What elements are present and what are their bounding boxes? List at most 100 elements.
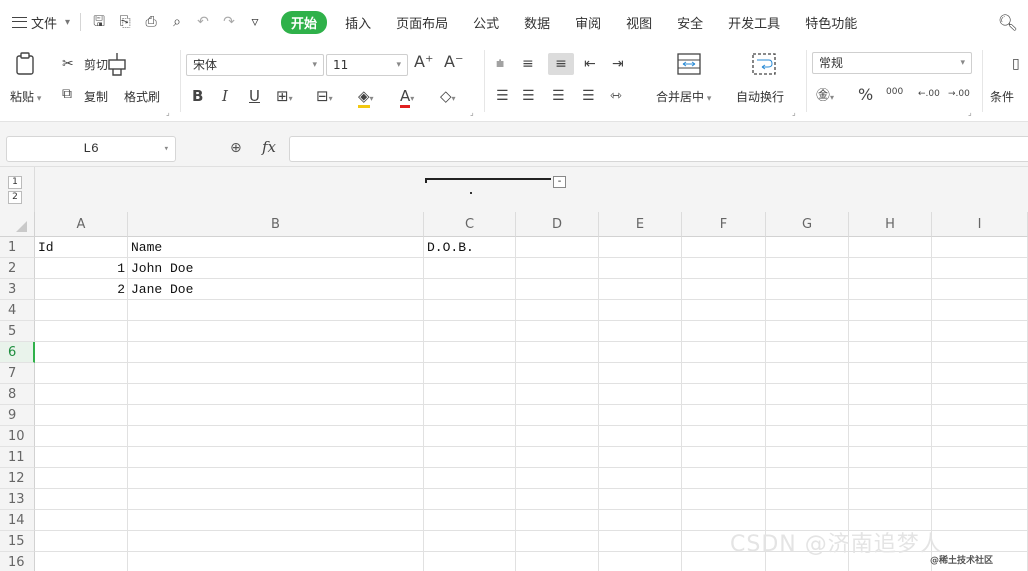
justify-icon[interactable]: ☰ bbox=[582, 88, 595, 104]
decrease-decimal-button[interactable]: →.00 bbox=[948, 86, 970, 102]
dialog-launcher-icon[interactable]: ⌟ bbox=[792, 108, 796, 117]
undo-icon[interactable]: ↶ bbox=[195, 14, 211, 30]
print-preview-icon[interactable]: ⌕ bbox=[169, 14, 185, 30]
row-header-11[interactable]: 11 bbox=[0, 447, 35, 468]
formula-input[interactable] bbox=[289, 136, 1028, 162]
format-painter-button[interactable] bbox=[106, 52, 128, 79]
outdent-icon[interactable]: ⇤ bbox=[584, 56, 596, 72]
insert-function-button[interactable]: fx bbox=[262, 138, 276, 156]
row-header-10[interactable]: 10 bbox=[0, 426, 35, 447]
tab-page-layout[interactable]: 页面布局 bbox=[396, 13, 448, 32]
tab-features[interactable]: 特色功能 bbox=[805, 13, 857, 32]
cell-b2[interactable]: John Doe bbox=[128, 258, 424, 279]
tab-review[interactable]: 审阅 bbox=[575, 13, 601, 32]
fill-color-icon[interactable]: ◈▾ bbox=[358, 87, 374, 108]
decrease-font-icon[interactable]: A⁻ bbox=[444, 54, 463, 70]
name-box[interactable]: L6 ▾ bbox=[6, 136, 176, 162]
spreadsheet-grid[interactable]: A B C D E F G H I 1 2 3 4 5 6 7 8 9 10 11 12 13 14 15 16 Id Name D.… bbox=[0, 212, 1028, 571]
cell-b3[interactable]: Jane Doe bbox=[128, 279, 424, 300]
number-format-select[interactable]: 常规 ▾ bbox=[812, 52, 972, 74]
row-header-6[interactable]: 6 bbox=[0, 342, 35, 363]
font-size-select[interactable]: 11 ▾ bbox=[326, 54, 408, 76]
row-header-7[interactable]: 7 bbox=[0, 363, 35, 384]
redo-icon[interactable]: ↷ bbox=[221, 14, 237, 30]
dialog-launcher-icon[interactable]: ⌟ bbox=[470, 108, 474, 117]
indent-icon[interactable]: ⇥ bbox=[612, 56, 624, 72]
cell-a1[interactable]: Id bbox=[35, 237, 128, 258]
dialog-launcher-icon[interactable]: ⌟ bbox=[166, 108, 170, 117]
font-name-select[interactable]: 宋体 ▾ bbox=[186, 54, 324, 76]
cell-a3[interactable]: 2 bbox=[35, 279, 128, 300]
row-header-8[interactable]: 8 bbox=[0, 384, 35, 405]
conditional-format-icon[interactable]: ▯ bbox=[1012, 56, 1020, 72]
tab-home[interactable]: 开始 bbox=[281, 10, 328, 34]
save-icon[interactable]: 🖫 bbox=[91, 14, 107, 30]
bold-icon[interactable]: B bbox=[192, 88, 203, 104]
column-header-c[interactable]: C bbox=[424, 212, 516, 237]
row-header-14[interactable]: 14 bbox=[0, 510, 35, 531]
eraser-icon[interactable]: ◇▾ bbox=[440, 88, 456, 107]
outline-level-1[interactable]: 1 bbox=[8, 176, 22, 189]
column-header-e[interactable]: E bbox=[599, 212, 682, 237]
conditional-format-button[interactable]: 条件 bbox=[990, 88, 1014, 105]
tab-view[interactable]: 视图 bbox=[626, 13, 652, 32]
wrap-text-button[interactable]: 自动换行 bbox=[736, 88, 784, 105]
thousands-button[interactable]: 000 bbox=[886, 84, 903, 100]
row-header-12[interactable]: 12 bbox=[0, 468, 35, 489]
italic-icon[interactable]: I bbox=[222, 88, 228, 104]
export-icon[interactable]: ⎘ bbox=[117, 14, 133, 30]
tab-data[interactable]: 数据 bbox=[524, 13, 550, 32]
tab-insert[interactable]: 插入 bbox=[345, 13, 371, 32]
row-header-5[interactable]: 5 bbox=[0, 321, 35, 342]
increase-decimal-button[interactable]: ←.00 bbox=[918, 86, 940, 102]
row-header-2[interactable]: 2 bbox=[0, 258, 35, 279]
increase-font-icon[interactable]: A⁺ bbox=[414, 54, 433, 70]
select-all-button[interactable] bbox=[0, 212, 35, 237]
column-header-d[interactable]: D bbox=[516, 212, 599, 237]
tab-developer[interactable]: 开发工具 bbox=[728, 13, 780, 32]
dialog-launcher-icon[interactable]: ⌟ bbox=[968, 108, 972, 117]
paste-button[interactable] bbox=[14, 52, 36, 79]
file-menu[interactable]: 文件 ▾ bbox=[12, 13, 70, 32]
tab-security[interactable]: 安全 bbox=[677, 13, 703, 32]
align-bottom-icon[interactable]: ≡ bbox=[548, 53, 574, 75]
print-icon[interactable]: ⎙ bbox=[143, 14, 159, 30]
row-header-15[interactable]: 15 bbox=[0, 531, 35, 552]
column-header-h[interactable]: H bbox=[849, 212, 932, 237]
collapse-group-button[interactable]: - bbox=[553, 176, 566, 188]
percent-button[interactable]: % bbox=[858, 87, 873, 103]
column-header-a[interactable]: A bbox=[35, 212, 128, 237]
align-center-icon[interactable]: ☰ bbox=[522, 88, 535, 104]
format-painter-label[interactable]: 格式刷 bbox=[124, 88, 160, 105]
align-middle-icon[interactable]: ≡ bbox=[522, 56, 534, 72]
align-top-icon[interactable]: ⩧ bbox=[496, 56, 504, 72]
row-header-1[interactable]: 1 bbox=[0, 237, 35, 258]
row-header-13[interactable]: 13 bbox=[0, 489, 35, 510]
merge-center-button[interactable]: 合并居中 ▾ bbox=[656, 88, 711, 105]
outline-level-2[interactable]: 2 bbox=[8, 191, 22, 204]
font-color-icon[interactable]: A▾ bbox=[400, 87, 414, 108]
row-header-3[interactable]: 3 bbox=[0, 279, 35, 300]
cell-style-icon[interactable]: ⊟▾ bbox=[316, 88, 333, 107]
tab-formulas[interactable]: 公式 bbox=[473, 13, 499, 32]
cell-b1[interactable]: Name bbox=[128, 237, 424, 258]
currency-icon[interactable]: ㊎▾ bbox=[816, 88, 834, 106]
cell-c1[interactable]: D.O.B. bbox=[424, 237, 516, 258]
column-header-g[interactable]: G bbox=[766, 212, 849, 237]
column-header-f[interactable]: F bbox=[682, 212, 766, 237]
border-icon[interactable]: ⊞▾ bbox=[276, 88, 293, 107]
align-right-icon[interactable]: ☰ bbox=[552, 88, 565, 104]
column-header-b[interactable]: B bbox=[128, 212, 424, 237]
align-left-icon[interactable]: ☰ bbox=[496, 88, 509, 104]
cell-a2[interactable]: 1 bbox=[35, 258, 128, 279]
search-icon[interactable]: 🔍︎ bbox=[998, 13, 1018, 32]
cut-button[interactable]: 剪切 bbox=[84, 56, 108, 73]
distributed-icon[interactable]: ⇿ bbox=[610, 88, 622, 104]
copy-button[interactable]: 复制 bbox=[84, 88, 108, 105]
row-header-16[interactable]: 16 bbox=[0, 552, 35, 571]
row-header-9[interactable]: 9 bbox=[0, 405, 35, 426]
paste-label[interactable]: 粘贴 ▾ bbox=[10, 88, 41, 105]
underline-icon[interactable]: U bbox=[249, 88, 260, 104]
zoom-icon[interactable]: ⊕︎ bbox=[230, 140, 242, 156]
column-header-i[interactable]: I bbox=[932, 212, 1028, 237]
